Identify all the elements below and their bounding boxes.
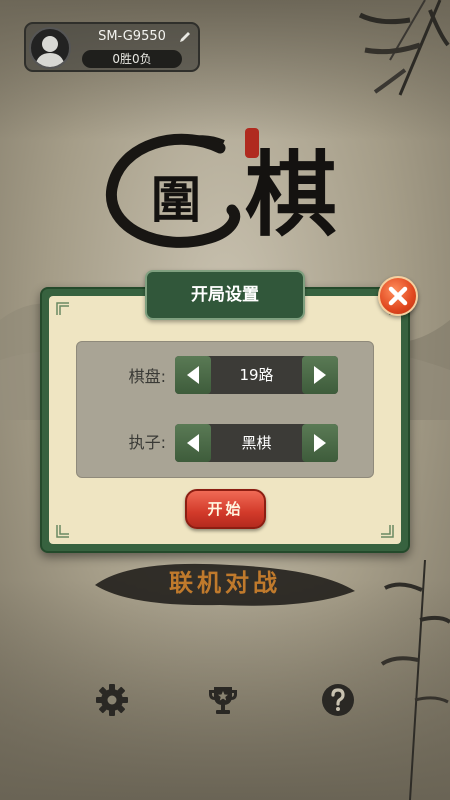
arrow-right-icon xyxy=(314,434,326,452)
stone-color-stepper: 黑棋 xyxy=(175,424,338,462)
user-silhouette-icon[interactable] xyxy=(29,27,71,69)
logo-character-wei: 圍 xyxy=(151,170,201,229)
arrow-left-icon xyxy=(187,434,199,452)
stone-color-prev-button[interactable] xyxy=(175,424,211,462)
board-size-stepper: 19路 xyxy=(175,356,338,394)
player-name: SM-G9550 xyxy=(98,29,166,44)
board-size-prev-button[interactable] xyxy=(175,356,211,394)
player-profile-card[interactable]: SM-G9550 0胜0负 xyxy=(24,22,200,72)
board-size-label: 棋盘: xyxy=(128,367,166,386)
dialog-title: 开局设置 xyxy=(145,270,305,320)
corner-ornament xyxy=(381,525,394,538)
board-size-next-button[interactable] xyxy=(302,356,338,394)
pencil-icon[interactable] xyxy=(178,30,192,44)
close-button[interactable] xyxy=(378,276,418,316)
stone-color-label: 执子: xyxy=(128,433,166,452)
logo-character-qi: 棋 xyxy=(244,141,337,249)
corner-ornament xyxy=(56,302,69,315)
start-button[interactable]: 开始 xyxy=(185,489,266,529)
question-icon[interactable] xyxy=(320,682,356,718)
arrow-right-icon xyxy=(314,366,326,384)
stone-color-next-button[interactable] xyxy=(302,424,338,462)
stone-color-value: 黑棋 xyxy=(241,434,272,452)
bamboo-decoration-bottom xyxy=(380,560,450,800)
board-size-value: 19路 xyxy=(239,366,274,384)
win-loss-record: 0胜0负 xyxy=(82,50,182,68)
gear-icon[interactable] xyxy=(94,682,130,718)
trophy-icon[interactable] xyxy=(205,682,241,718)
online-battle-button[interactable]: 联机对战 xyxy=(105,563,345,603)
corner-ornament xyxy=(56,525,69,538)
close-icon xyxy=(388,286,408,306)
arrow-left-icon xyxy=(187,366,199,384)
bamboo-decoration-top xyxy=(358,0,450,96)
